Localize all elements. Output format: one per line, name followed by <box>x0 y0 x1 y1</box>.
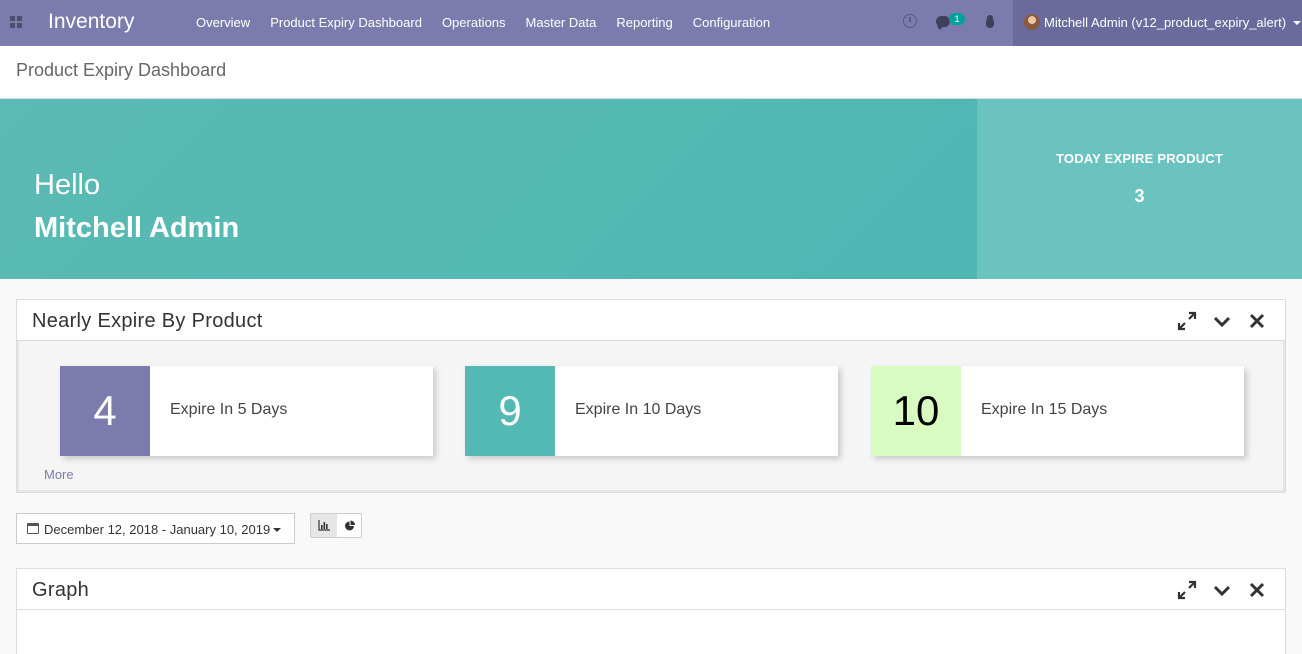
panel-body: 4 Expire In 5 Days 9 Expire In 10 Days 1… <box>17 341 1285 492</box>
pie-chart-icon[interactable] <box>337 514 363 537</box>
caret-down-icon <box>273 528 281 532</box>
close-icon[interactable] <box>1247 311 1267 331</box>
expire-label: Expire In 10 Days <box>575 401 702 418</box>
panel-title: Nearly Expire By Product <box>32 310 263 332</box>
expire-card-15-days[interactable]: 10 Expire In 15 Days <box>871 366 1244 456</box>
panel-header: Nearly Expire By Product <box>17 300 1285 341</box>
top-navbar: Inventory Overview Product Expiry Dashbo… <box>0 0 1302 46</box>
today-expire-box: TODAY EXPIRE PRODUCT 3 <box>977 99 1302 279</box>
expire-label: Expire In 5 Days <box>170 401 288 418</box>
app-title[interactable]: Inventory <box>48 10 134 34</box>
expire-count: 9 <box>465 366 555 456</box>
close-icon[interactable] <box>1247 580 1267 600</box>
today-expire-label: TODAY EXPIRE PRODUCT <box>1055 151 1224 166</box>
panel-header: Graph <box>17 569 1285 610</box>
chevron-down-icon <box>1293 21 1301 25</box>
greeting-user-name: Mitchell Admin <box>34 212 240 244</box>
bar-chart-icon[interactable] <box>311 514 337 537</box>
greeting-text: Hello <box>34 169 101 201</box>
date-range-picker[interactable]: December 12, 2018 - January 10, 2019 <box>16 513 295 544</box>
calendar-icon <box>27 523 39 534</box>
welcome-banner: Hello Mitchell Admin <box>0 99 977 279</box>
avatar <box>1024 14 1040 30</box>
menu-item-master-data[interactable]: Master Data <box>516 0 607 46</box>
menu-item-reporting[interactable]: Reporting <box>606 0 682 46</box>
expand-icon[interactable] <box>1177 311 1197 331</box>
chart-type-toggle <box>310 513 362 538</box>
nearly-expire-panel: Nearly Expire By Product 4 Expire In 5 D… <box>16 299 1286 493</box>
expire-card-5-days[interactable]: 4 Expire In 5 Days <box>60 366 433 456</box>
activity-clock-icon[interactable] <box>903 14 917 28</box>
panel-title: Graph <box>32 579 90 601</box>
user-menu[interactable]: Mitchell Admin (v12_product_expiry_alert… <box>1013 0 1302 46</box>
breadcrumb: Product Expiry Dashboard <box>16 60 227 80</box>
menu-item-configuration[interactable]: Configuration <box>683 0 780 46</box>
main-menu: Overview Product Expiry Dashboard Operat… <box>186 0 780 46</box>
expire-card-10-days[interactable]: 9 Expire In 10 Days <box>465 366 838 456</box>
expire-label: Expire In 15 Days <box>981 401 1108 418</box>
expire-count: 4 <box>60 366 150 456</box>
user-name: Mitchell Admin (v12_product_expiry_alert… <box>1044 15 1287 30</box>
expand-icon[interactable] <box>1177 580 1197 600</box>
menu-item-operations[interactable]: Operations <box>432 0 516 46</box>
menu-item-product-expiry-dashboard[interactable]: Product Expiry Dashboard <box>260 0 432 46</box>
apps-grid-icon[interactable] <box>10 16 22 28</box>
graph-panel: Graph <box>16 568 1286 654</box>
collapse-chevron-icon[interactable] <box>1212 311 1232 331</box>
today-expire-value: 3 <box>1134 186 1145 206</box>
collapse-chevron-icon[interactable] <box>1212 580 1232 600</box>
chat-count-badge: 1 <box>949 13 965 25</box>
messaging-chat-icon[interactable] <box>936 16 950 30</box>
date-range-text: December 12, 2018 - January 10, 2019 <box>44 522 271 537</box>
menu-item-overview[interactable]: Overview <box>186 0 260 46</box>
control-panel: Product Expiry Dashboard <box>0 46 1302 99</box>
debug-bug-icon[interactable] <box>984 15 996 29</box>
more-link[interactable]: More <box>44 467 74 482</box>
expire-count: 10 <box>871 366 961 456</box>
